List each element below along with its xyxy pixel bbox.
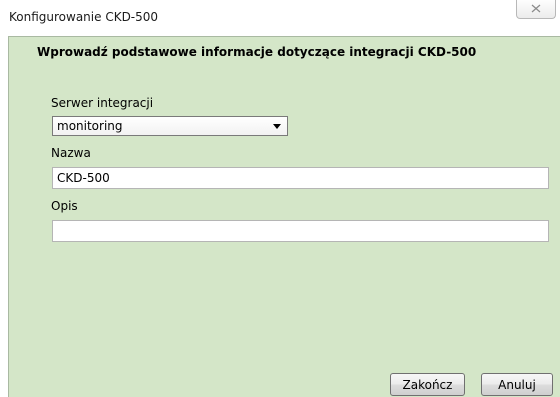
server-label: Serwer integracji <box>51 96 154 110</box>
name-input[interactable] <box>52 167 549 189</box>
close-icon <box>531 4 541 13</box>
name-label: Nazwa <box>51 146 91 160</box>
window-title: Konfigurowanie CKD-500 <box>9 10 159 24</box>
cancel-button[interactable]: Anuluj <box>481 373 553 396</box>
title-bar: Konfigurowanie CKD-500 <box>0 0 560 36</box>
page-header: Wprowadź podstawowe informacje dotyczące… <box>37 45 477 59</box>
server-select[interactable]: monitoring <box>52 116 288 136</box>
chevron-down-icon <box>273 124 281 129</box>
description-input[interactable] <box>52 220 549 242</box>
description-label: Opis <box>51 199 78 213</box>
dialog-window: Konfigurowanie CKD-500 Wprowadź podstawo… <box>0 0 560 397</box>
close-button[interactable] <box>516 0 556 19</box>
finish-button[interactable]: Zakończ <box>390 373 465 396</box>
server-select-value: monitoring <box>57 119 123 133</box>
content-panel: Wprowadź podstawowe informacje dotyczące… <box>8 36 560 397</box>
